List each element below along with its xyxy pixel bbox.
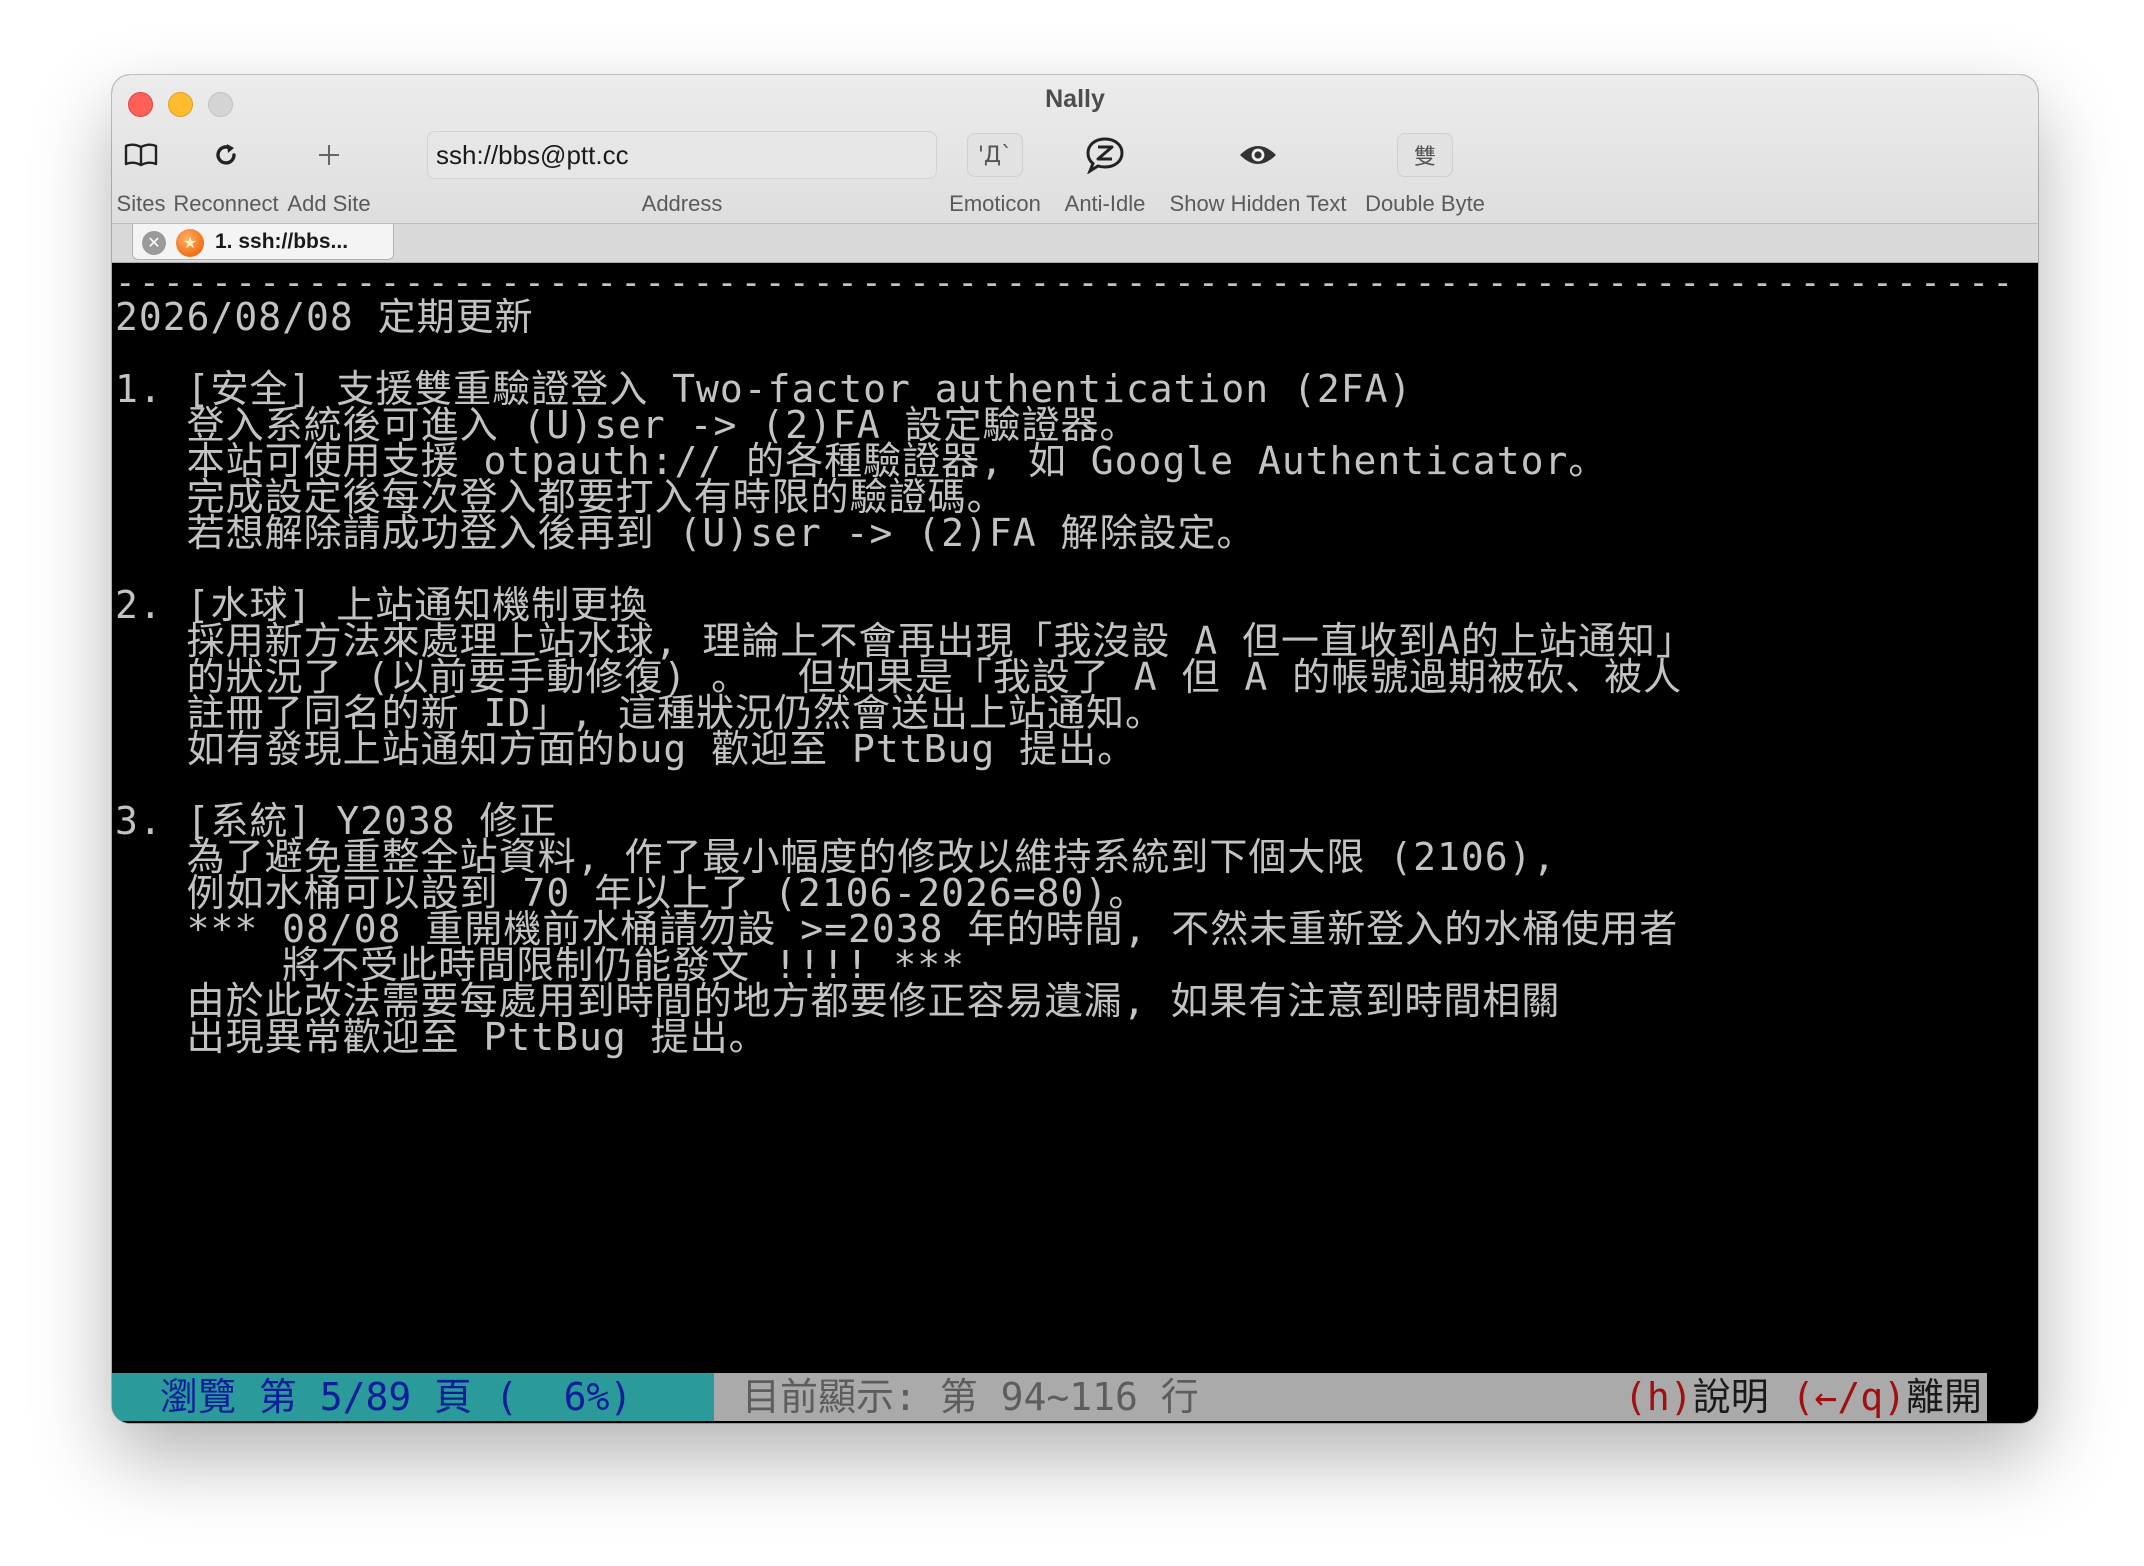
- terminal-line: 若想解除請成功登入後再到 (U)ser -> (2)FA 解除設定。: [115, 511, 1256, 555]
- add-site-button[interactable]: Add Site: [284, 133, 374, 221]
- double-byte-icon: 雙: [1397, 133, 1453, 177]
- pager-status-bar: 瀏覽 第 5/89 頁 ( 6%) 目前顯示: 第 94~116 行 (h)說明…: [112, 1373, 2012, 1421]
- tab-title: 1. ssh://bbs...: [215, 230, 349, 253]
- anti-idle-label: Anti-Idle: [1064, 191, 1146, 216]
- reload-icon: [204, 133, 248, 177]
- orange-star-icon: ★: [176, 229, 204, 257]
- leave-key: (←/q): [1791, 1375, 1906, 1419]
- help-key: (h): [1624, 1375, 1693, 1419]
- tab-connection-1[interactable]: ✕ ★ 1. ssh://bbs...: [132, 224, 394, 260]
- line-range-indicator: 目前顯示: 第 94~116 行: [742, 1375, 1199, 1419]
- key-hints: (h)說明 (←/q)離開: [1624, 1373, 1982, 1421]
- book-icon: [119, 133, 163, 177]
- help-hint: 說明: [1692, 1375, 1769, 1419]
- app-window: Nally Sites Reconnect Add Site ssh://bbs…: [112, 75, 2038, 1423]
- tab-close-icon[interactable]: ✕: [142, 231, 166, 255]
- sites-label: Sites: [116, 191, 166, 216]
- eye-icon: [1236, 133, 1280, 177]
- add-site-label: Add Site: [287, 191, 371, 216]
- emoticon-button[interactable]: 'Д` Emoticon: [940, 133, 1050, 221]
- tab-bar: ✕ ★ 1. ssh://bbs...: [112, 223, 2038, 263]
- page-indicator: 瀏覽 第 5/89 頁 ( 6%): [112, 1373, 714, 1421]
- window-title: Nally: [1045, 85, 1105, 113]
- plus-icon: [307, 133, 351, 177]
- speech-bubble-z-icon: [1083, 133, 1127, 177]
- anti-idle-button[interactable]: Anti-Idle: [1056, 133, 1154, 221]
- show-hidden-text-button[interactable]: Show Hidden Text: [1162, 133, 1354, 221]
- leave-hint: 離開: [1905, 1375, 1982, 1419]
- title-bar: Nally Sites Reconnect Add Site ssh://bbs…: [112, 75, 2038, 223]
- emoticon-label: Emoticon: [949, 191, 1041, 216]
- emoticon-icon: 'Д`: [967, 133, 1023, 177]
- terminal-screen[interactable]: ----------------------------------------…: [112, 263, 2038, 1423]
- address-input[interactable]: [427, 131, 937, 179]
- reconnect-label: Reconnect: [173, 191, 279, 216]
- terminal-line: 如有發現上站通知方面的bug 歡迎至 PttBug 提出。: [115, 727, 1137, 771]
- double-byte-button[interactable]: 雙 Double Byte: [1360, 133, 1490, 221]
- terminal-line: 出現異常歡迎至 PttBug 提出。: [115, 1015, 768, 1059]
- terminal-line: 2026/08/08 定期更新: [115, 295, 534, 339]
- double-byte-label: Double Byte: [1365, 191, 1485, 216]
- address-label: Address: [641, 191, 723, 216]
- sites-button[interactable]: Sites: [114, 133, 168, 221]
- reconnect-button[interactable]: Reconnect: [168, 133, 284, 221]
- terminal-cursor: [1987, 1373, 2012, 1421]
- show-hidden-text-label: Show Hidden Text: [1169, 191, 1347, 216]
